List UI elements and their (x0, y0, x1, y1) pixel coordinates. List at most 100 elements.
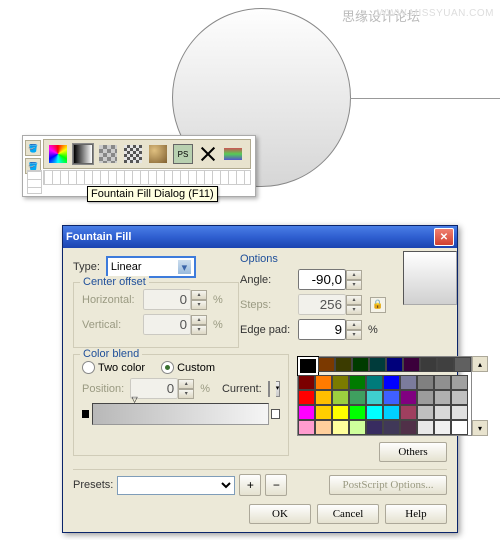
color-swatch[interactable] (298, 405, 315, 420)
bitmap-pattern-icon[interactable] (122, 143, 144, 165)
angle-input[interactable] (298, 269, 346, 290)
color-swatch[interactable] (298, 390, 315, 405)
help-button[interactable]: Help (385, 504, 447, 524)
color-docker-icon[interactable] (222, 143, 244, 165)
presets-combo[interactable] (117, 476, 235, 495)
color-swatch[interactable] (352, 357, 369, 372)
fill-flyout-panel: 🪣 🪣 PS Fountain Fill Dialog (F11) (22, 135, 256, 197)
color-swatch[interactable] (400, 405, 417, 420)
others-button[interactable]: Others (379, 442, 447, 462)
color-swatch[interactable] (437, 357, 454, 372)
color-swatch[interactable] (315, 390, 332, 405)
color-swatch[interactable] (434, 390, 451, 405)
gradient-marker-end[interactable] (271, 409, 280, 419)
steps-spinner: ▴▾ (298, 294, 362, 315)
color-swatch[interactable] (298, 420, 315, 435)
color-swatch[interactable] (434, 405, 451, 420)
color-swatch[interactable] (417, 375, 434, 390)
color-swatch[interactable] (383, 390, 400, 405)
color-swatch[interactable] (454, 357, 471, 372)
color-swatch[interactable] (383, 405, 400, 420)
color-swatch[interactable] (332, 390, 349, 405)
custom-radio[interactable]: Custom (161, 361, 215, 374)
texture-fill-icon[interactable] (147, 143, 169, 165)
color-swatch[interactable] (349, 375, 366, 390)
edgepad-spinner[interactable]: ▴▾ (298, 319, 362, 340)
color-swatch[interactable] (366, 390, 383, 405)
color-swatch[interactable] (298, 357, 318, 375)
postscript-fill-icon[interactable]: PS (172, 143, 194, 165)
steps-label: Steps: (240, 299, 292, 311)
color-swatch[interactable] (315, 405, 332, 420)
color-swatch[interactable] (451, 375, 468, 390)
ruler-vertical (27, 170, 42, 194)
color-swatch[interactable] (434, 375, 451, 390)
watermark-url: WWW.MISSYUAN.COM (377, 8, 494, 19)
color-swatch[interactable] (400, 375, 417, 390)
current-dropdown-icon[interactable]: ▾ (276, 381, 281, 397)
type-combo[interactable]: Linear ▾ (106, 256, 196, 278)
fountain-fill-dialog: Fountain Fill ✕ Type: Linear ▾ Center of… (62, 225, 458, 533)
angle-spinner[interactable]: ▴▾ (298, 269, 362, 290)
color-swatch[interactable] (383, 375, 400, 390)
horizontal-spinner: ▴▾ (143, 289, 207, 310)
fill-tool-icon[interactable]: 🪣 (25, 140, 41, 156)
color-swatch[interactable] (434, 420, 451, 435)
color-swatch[interactable] (315, 375, 332, 390)
color-swatch[interactable] (298, 375, 315, 390)
options-label: Options (240, 253, 390, 265)
color-swatch[interactable] (315, 420, 332, 435)
cancel-button[interactable]: Cancel (317, 504, 379, 524)
color-swatch[interactable] (403, 357, 420, 372)
gradient-bar[interactable]: ▽ (82, 403, 280, 425)
palette-down-button[interactable]: ▾ (472, 420, 488, 436)
color-swatch[interactable] (451, 405, 468, 420)
color-swatch[interactable] (335, 357, 352, 372)
color-swatch[interactable] (332, 420, 349, 435)
color-swatch[interactable] (417, 405, 434, 420)
close-button[interactable]: ✕ (434, 228, 454, 246)
color-swatch[interactable] (451, 390, 468, 405)
chevron-down-icon[interactable]: ▾ (178, 260, 191, 274)
gradient-strip[interactable] (92, 403, 269, 425)
tooltip: Fountain Fill Dialog (F11) (87, 186, 218, 202)
color-swatch[interactable] (332, 375, 349, 390)
preset-remove-button[interactable]: − (265, 474, 287, 496)
gradient-handle-icon[interactable]: ▽ (132, 395, 138, 404)
preset-add-button[interactable]: + (239, 474, 261, 496)
color-swatch[interactable] (332, 405, 349, 420)
color-swatch[interactable] (400, 420, 417, 435)
pattern-fill-icon[interactable] (97, 143, 119, 165)
divider (73, 469, 447, 470)
color-swatch[interactable] (349, 420, 366, 435)
color-swatch[interactable] (349, 390, 366, 405)
color-swatch[interactable] (417, 420, 434, 435)
uniform-fill-icon[interactable] (47, 143, 69, 165)
color-swatch[interactable] (383, 420, 400, 435)
twocolor-label: Two color (98, 362, 145, 374)
twocolor-radio[interactable]: Two color (82, 361, 145, 374)
color-swatch[interactable] (349, 405, 366, 420)
color-swatch[interactable] (366, 405, 383, 420)
color-swatch[interactable] (420, 357, 437, 372)
palette-up-button[interactable]: ▴ (472, 356, 488, 372)
color-swatch[interactable] (400, 390, 417, 405)
gradient-marker-start[interactable] (82, 410, 89, 418)
presets-label: Presets: (73, 479, 113, 491)
lock-icon[interactable]: 🔒 (370, 297, 386, 313)
current-swatch[interactable] (268, 381, 270, 397)
color-swatches: ▴ ▾ Others (297, 356, 447, 462)
color-swatch[interactable] (417, 390, 434, 405)
color-swatch[interactable] (386, 357, 403, 372)
fountain-fill-icon[interactable] (72, 143, 94, 165)
color-swatch[interactable] (366, 375, 383, 390)
ok-button[interactable]: OK (249, 504, 311, 524)
color-swatch[interactable] (318, 357, 335, 372)
color-swatch[interactable] (366, 420, 383, 435)
color-swatch[interactable] (451, 420, 468, 435)
angle-label: Angle: (240, 274, 292, 286)
color-swatch[interactable] (369, 357, 386, 372)
no-fill-icon[interactable] (197, 143, 219, 165)
edgepad-input[interactable] (298, 319, 346, 340)
titlebar[interactable]: Fountain Fill ✕ (63, 226, 457, 248)
